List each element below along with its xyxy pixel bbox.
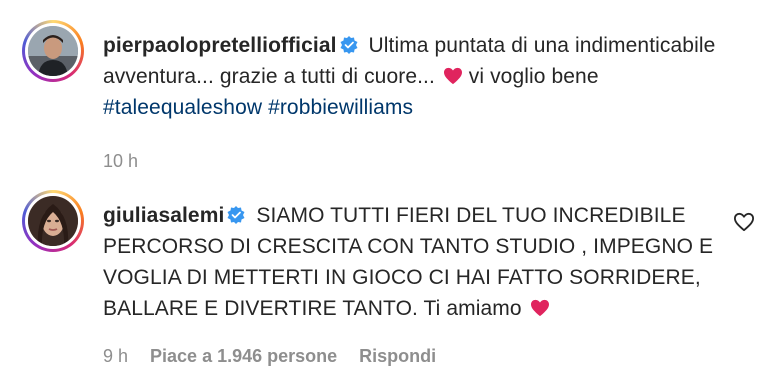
comment-text-line3: VOGLIA DI METTERTI IN GIOCO CI HAI FATTO… [103, 266, 701, 289]
verified-badge-icon [340, 36, 358, 54]
red-heart-emoji-icon [443, 67, 462, 85]
caption-text-line2: avventura... grazie a tutti di cuore... [103, 65, 435, 88]
likes-count-link[interactable]: Piace a 1.946 persone [150, 346, 337, 367]
avatar-photo-icon [28, 196, 78, 246]
verified-badge-icon [227, 206, 245, 224]
comment-text-line2: PERCORSO DI CRESCITA CON TANTO STUDIO , … [103, 235, 714, 258]
hashtag-link[interactable]: #taleequaleshow [103, 96, 262, 119]
avatar[interactable] [28, 26, 78, 76]
heart-outline-icon[interactable] [733, 212, 755, 232]
caption-text-line2-after: vi voglio bene [468, 65, 599, 88]
hashtag-link[interactable]: #robbiewilliams [268, 96, 413, 119]
post-timestamp[interactable]: 10 h [103, 151, 138, 172]
comment-username[interactable]: giuliasalemi [103, 204, 224, 227]
caption-text-line1: Ultima puntata di una indimenticabile [368, 34, 716, 57]
comment-text-line4: BALLARE E DIVERTIRE TANTO. Ti amiamo [103, 297, 522, 320]
avatar-photo-icon [28, 26, 78, 76]
avatar-story-ring[interactable] [22, 20, 84, 82]
red-heart-emoji-icon [530, 299, 549, 317]
avatar[interactable] [28, 196, 78, 246]
comment-text-line1: SIAMO TUTTI FIERI DEL TUO INCREDIBILE [256, 204, 686, 227]
reply-button[interactable]: Rispondi [359, 346, 436, 367]
comment-timestamp[interactable]: 9 h [103, 346, 128, 367]
post-username[interactable]: pierpaolopretelliofficial [103, 34, 337, 57]
avatar-story-ring[interactable] [22, 190, 84, 252]
